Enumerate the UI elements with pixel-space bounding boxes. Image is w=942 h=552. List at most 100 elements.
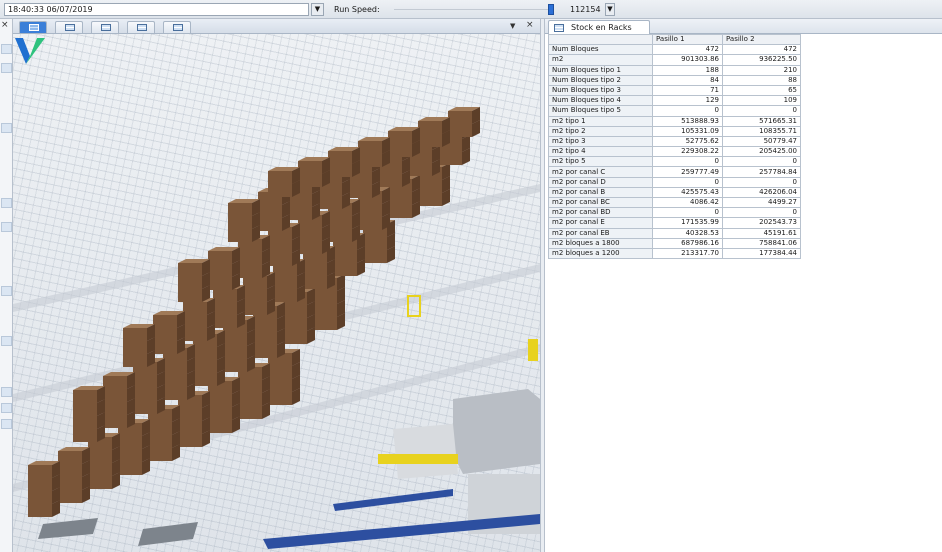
tab-3d-view[interactable] [19,21,47,33]
box-front [123,354,147,367]
box-front [238,380,262,393]
value-cell: 129 [652,95,723,107]
table-row[interactable]: Num Bloques 472 472 [548,44,801,56]
table-row[interactable]: m2 por canal BD 0 0 [548,207,801,219]
box-front [148,435,172,448]
panel-item[interactable] [1,63,12,73]
run-speed-slider[interactable] [394,9,554,10]
table-row[interactable]: m2 901303.86 936225.50 [548,54,801,66]
table-row[interactable]: m2 tipo 2 105331.09 108355.71 [548,125,801,137]
panel-item[interactable] [1,44,12,54]
tab-table-3[interactable] [127,21,155,33]
panel-item[interactable] [1,336,12,346]
value-cell: 210 [722,64,801,76]
tab-table-1[interactable] [55,21,83,33]
tab-table-4[interactable] [163,21,191,33]
box-front [228,203,252,216]
conveyor-plate [38,518,98,539]
table-icon [173,24,183,31]
value-cell: 513888.93 [652,115,723,127]
table-row[interactable]: Num Bloques tipo 1 188 210 [548,64,801,76]
value-cell: 687986.16 [652,237,723,249]
box-front [438,152,462,165]
box-front [268,184,292,197]
box-front [208,264,232,277]
box-front [28,504,52,517]
value-cell: 45191.61 [722,227,801,239]
box-front [358,141,382,154]
value-cell: 4499.27 [722,196,801,209]
close-view-icon[interactable]: × [526,20,534,31]
warehouse-3d-viewport[interactable] [13,34,540,552]
box-front [313,291,337,304]
row-label-cell: Num Bloques tipo 4 [548,95,653,107]
table-row[interactable]: Num Bloques tipo 500 [548,105,801,117]
table-row[interactable]: Num Bloques tipo 2 84 88 [548,74,801,86]
box-front [178,263,202,276]
stock-table: Pasillo 1 Pasillo 2 Num Bloques 472 472 m2 9… [548,33,801,260]
box-front [213,289,237,302]
datetime-dropdown-icon[interactable]: ▼ [311,3,324,16]
row-label-cell: m2 por canal BC [548,196,653,209]
row-label-cell: Num Bloques tipo 3 [548,84,653,97]
run-speed-dropdown-icon[interactable]: ▼ [605,3,615,16]
value-cell: 0 [722,207,801,219]
value-cell: 177384.44 [722,247,801,260]
box-front [223,359,247,372]
top-toolbar: 18:40:33 06/07/2019 ▼ Run Speed: 112154 … [0,0,942,19]
warehouse-scene [13,107,540,549]
box-front [378,174,402,187]
panel-item[interactable] [1,198,12,208]
box-front [228,216,252,229]
row-label-cell: Num Bloques tipo 5 [548,105,653,117]
close-icon[interactable]: × [1,21,9,30]
3d-view-icon [29,24,39,31]
box-front [298,228,322,241]
row-label-cell: m2 tipo 1 [548,115,653,127]
box-front [363,237,387,250]
box-front [213,315,237,328]
run-speed-slider-thumb[interactable] [547,4,554,15]
box-front [208,251,232,264]
table-row[interactable]: m2 por canal EB 40328.53 45191.61 [548,227,801,239]
value-cell: 84 [652,74,723,86]
box-front [178,408,202,421]
table-row[interactable]: m2 tipo 4 229308.22 205425.00 [548,146,801,158]
panel-item[interactable] [1,286,12,296]
table-row[interactable]: m2 tipo 3 52775.62 50779.47 [548,135,801,148]
box-front [28,465,52,478]
table-row[interactable]: m2 por canal D00 [548,176,801,188]
box-front [163,387,187,400]
box-front [28,478,52,491]
panel-item[interactable] [1,419,12,429]
table-row[interactable]: m2 por canal B 425575.43 426206.04 [548,186,801,199]
box-front [208,394,232,407]
table-row[interactable]: m2 por canal BC 4086.42 4499.27 [548,196,801,209]
table-row[interactable]: m2 tipo 500 [548,156,801,168]
tab-table-2[interactable] [91,21,119,33]
view-menu-dropdown-icon[interactable]: ▼ [510,21,515,31]
panel-item[interactable] [1,222,12,232]
panel-item[interactable] [1,387,12,397]
row-label-cell: m2 tipo 4 [548,146,653,158]
box-front [103,402,127,415]
table-row[interactable]: m2 tipo 1 513888.93 571665.31 [548,115,801,127]
simulation-datetime-field[interactable]: 18:40:33 06/07/2019 [4,3,309,16]
panel-item[interactable] [1,403,12,413]
box-front [388,144,412,157]
table-row[interactable]: Num Bloques tipo 4 129 109 [548,95,801,107]
table-row[interactable]: m2 por canal E 171535.99 202543.73 [548,217,801,229]
panel-item[interactable] [1,123,12,133]
row-label-cell: m2 por canal EB [548,227,653,239]
table-row[interactable]: m2 bloques a 1200 213317.70 177384.44 [548,247,801,260]
box-front [363,250,387,263]
box-front [273,289,297,302]
box-front [268,171,292,184]
box-front [418,134,442,147]
tab-stock-en-racks[interactable]: Stock en Racks [548,20,650,34]
row-label-cell: Num Bloques [548,44,653,56]
row-label-cell: Num Bloques tipo 2 [548,74,653,86]
table-row[interactable]: m2 bloques a 1800 687986.16 758841.06 [548,237,801,249]
table-row[interactable]: Num Bloques tipo 3 71 65 [548,84,801,97]
table-row[interactable]: m2 por canal C 259777.49 257784.84 [548,166,801,178]
